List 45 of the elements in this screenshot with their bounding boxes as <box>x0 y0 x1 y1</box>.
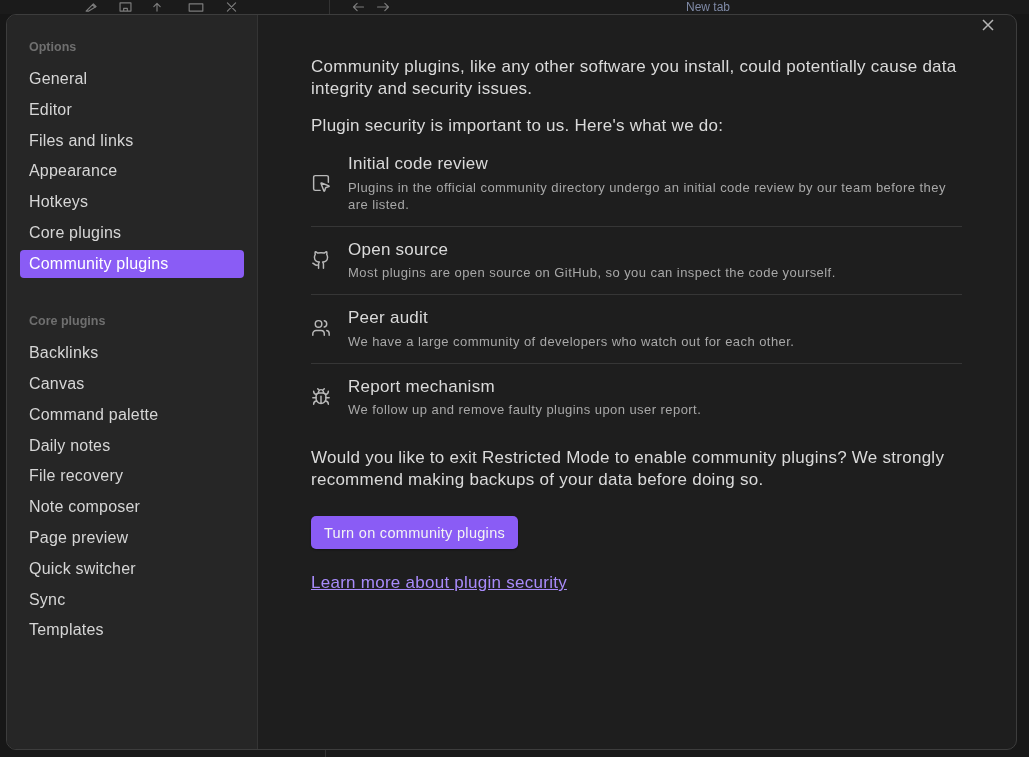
sidebar-item[interactable]: Editor <box>20 95 244 124</box>
arrow-up-icon[interactable] <box>152 2 162 12</box>
sidebar-item[interactable]: Templates <box>20 616 244 645</box>
sidebar-item[interactable]: Files and links <box>20 126 244 155</box>
section-heading: Core plugins <box>28 313 107 331</box>
measure-title: Open source <box>348 238 450 261</box>
tab-title[interactable]: New tab <box>686 0 731 14</box>
measure-title: Report mechanism <box>348 375 496 398</box>
users-icon <box>312 319 330 338</box>
measure-title: Peer audit <box>348 307 430 329</box>
sidebar-item[interactable]: Hotkeys <box>20 188 244 217</box>
learn-more-link[interactable]: Learn more about plugin security <box>311 573 567 592</box>
measure-description: We follow up and remove faulty plugins upon user report. <box>348 401 703 418</box>
sidebar-item[interactable]: Appearance <box>20 157 244 186</box>
section-heading: Options <box>28 39 78 56</box>
sidebar-item[interactable]: Command palette <box>20 400 244 429</box>
sidebar-item[interactable]: Sync <box>20 585 244 614</box>
forward-arrow-icon[interactable] <box>376 2 390 12</box>
measure-description: Plugins in the official community directory undergo an initial code review by our team before they are listed. <box>348 178 947 213</box>
sidebar-item[interactable]: Daily notes <box>20 431 244 460</box>
sidebar-item[interactable]: Note composer <box>20 493 244 522</box>
sidebar-item[interactable]: Backlinks <box>20 339 244 368</box>
document-icon[interactable] <box>119 2 132 12</box>
cursor-square-icon <box>312 173 330 192</box>
turn-on-button[interactable]: Turn on community plugins <box>311 516 519 549</box>
measure-description: Most plugins are open source on GitHub, so you can inspect the code yourself. <box>348 264 837 281</box>
measure-title: Initial code review <box>348 153 490 175</box>
close-icon[interactable] <box>226 2 237 12</box>
back-arrow-icon[interactable] <box>352 2 365 12</box>
close-icon <box>982 19 994 31</box>
sidebar-item[interactable]: Canvas <box>20 370 244 399</box>
sidebar-item[interactable]: Core plugins <box>20 219 244 247</box>
github-icon <box>312 250 330 269</box>
rectangle-icon[interactable] <box>188 2 204 12</box>
sidebar-item[interactable]: File recovery <box>20 462 244 491</box>
bug-icon <box>312 387 330 406</box>
sidebar-item[interactable]: Page preview <box>20 524 244 553</box>
measures-heading: Plugin security is important to us. Here's what we do: <box>311 115 725 137</box>
measure-description: We have a large community of developers who watch out for each other. <box>348 332 796 350</box>
sidebar-item[interactable]: Quick switcher <box>20 554 244 583</box>
question-text: Would you like to exit Restricted Mode to enable community plugins? We strongly recommend making backups of your data before doing so. <box>311 447 946 491</box>
sidebar-item[interactable]: Community plugins <box>20 249 244 278</box>
sidebar-item[interactable]: General <box>20 65 244 93</box>
pencil-icon[interactable] <box>85 2 99 12</box>
intro-text: Community plugins, like any other software you install, could potentially cause data integrity and security issues. <box>311 56 958 100</box>
